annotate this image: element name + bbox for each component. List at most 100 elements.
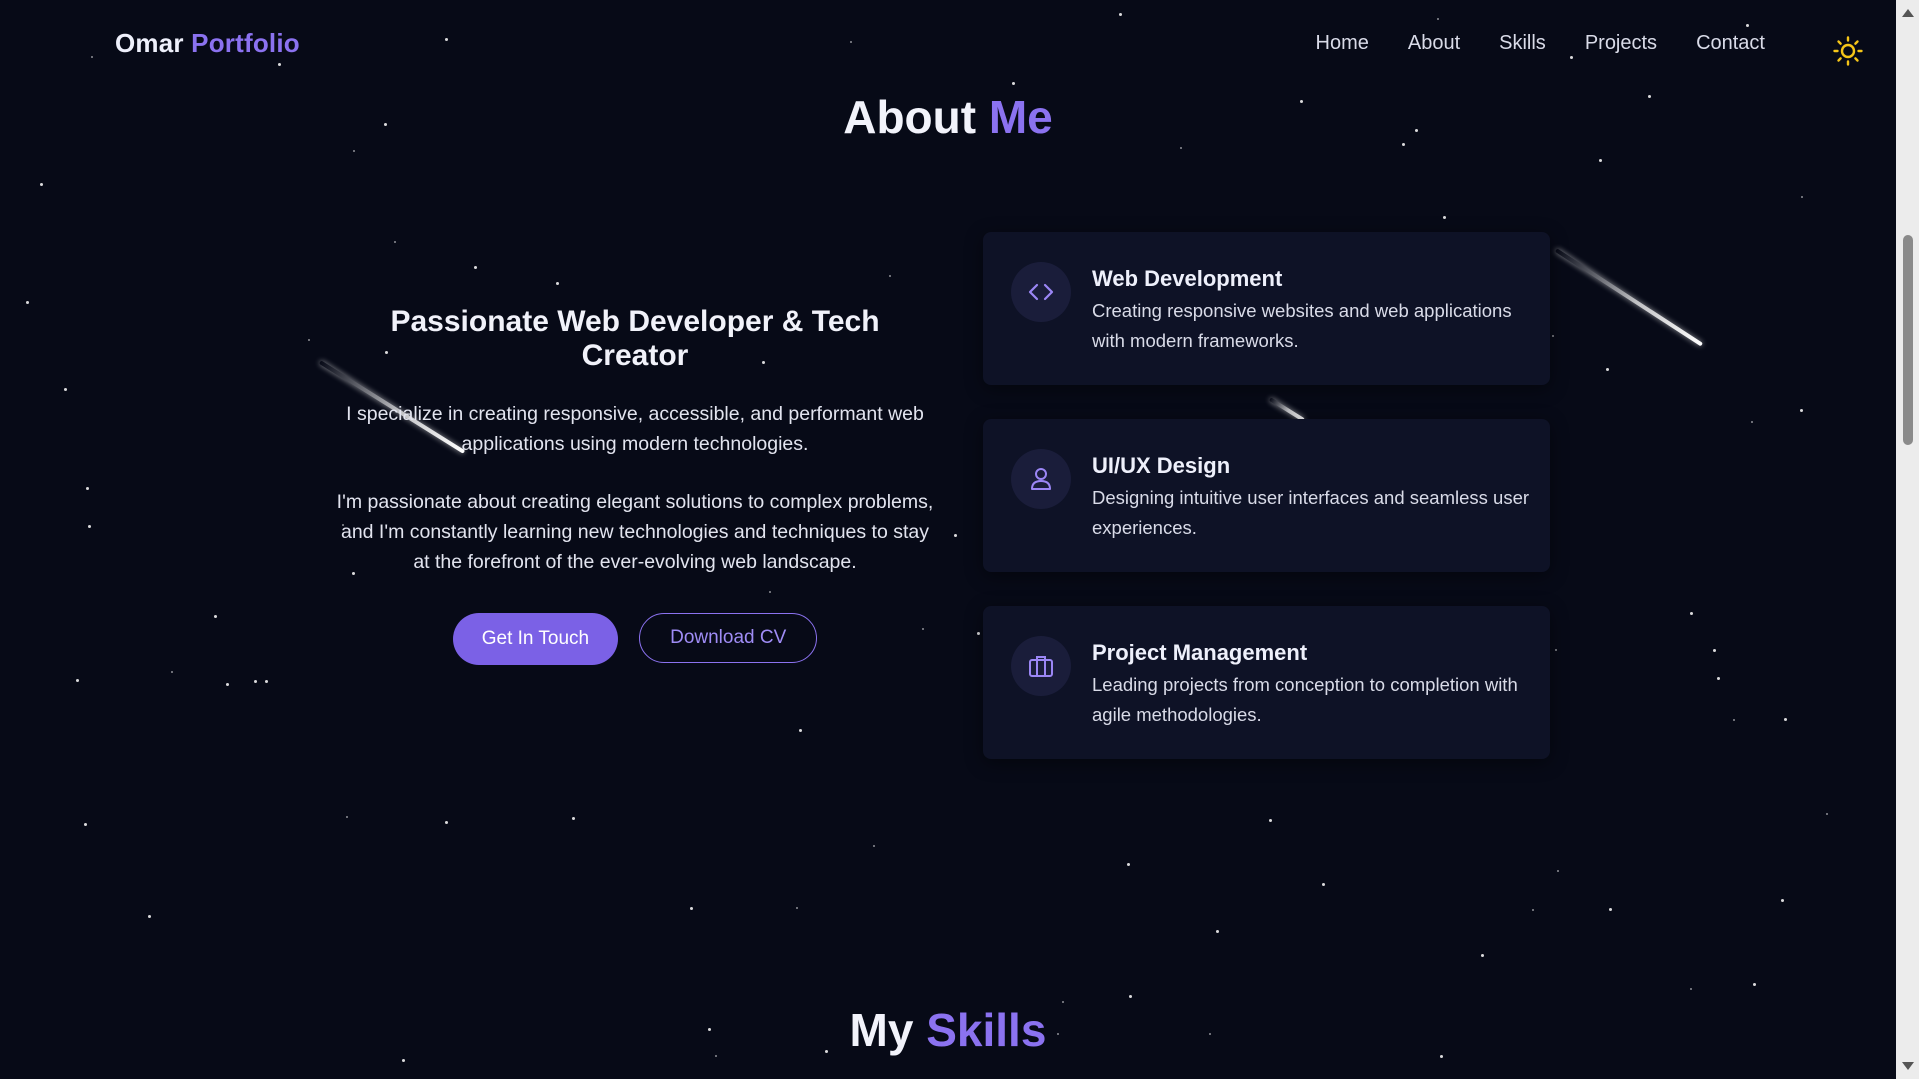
logo[interactable]: Omar Portfolio [115,28,300,59]
logo-second-word: Portfolio [191,28,300,58]
star-dot [1713,649,1716,652]
card-icon-badge [1011,262,1071,322]
star-dot [1781,899,1784,902]
shooting-star [1554,248,1704,347]
about-title-main: About [843,91,977,143]
nav-link-about[interactable]: About [1408,32,1460,55]
star-dot [402,1059,405,1062]
star-dot [1733,719,1735,721]
star-dot [474,266,477,269]
star-dot [214,615,217,618]
card-title: Project Management [1092,640,1308,665]
star-dot [1599,159,1602,162]
download-cv-button[interactable]: Download CV [639,613,818,663]
star-dot [148,915,151,918]
star-dot [1180,147,1182,149]
star-dot [254,680,257,683]
nav-link-contact[interactable]: Contact [1696,32,1765,55]
star-dot [26,301,29,304]
star-dot [1784,718,1787,721]
card-title: UI/UX Design [1092,453,1231,478]
star-dot [1532,909,1534,911]
star-dot [1800,409,1803,412]
star-dot [1481,954,1484,957]
about-title-accent: Me [988,91,1053,143]
code-icon [1028,283,1054,301]
card-icon-badge [1011,636,1071,696]
star-dot [171,671,173,673]
star-dot [226,683,229,686]
star-dot [86,487,89,490]
star-dot [873,845,875,847]
card-description: Leading projects from conception to comp… [1092,674,1518,725]
starfield-background [0,0,1919,1079]
star-dot [84,823,87,826]
star-dot [353,150,355,152]
star-dot [1753,983,1756,986]
star-dot [1751,421,1753,423]
skills-title-accent: Skills [926,1004,1047,1056]
star-dot [308,339,310,341]
star-dot [1322,883,1325,886]
star-dot [394,241,396,243]
star-dot [572,817,575,820]
star-dot [1801,196,1803,198]
star-dot [556,282,559,285]
page: Omar Portfolio Home About Skills Project… [0,0,1919,1079]
star-dot [64,388,67,391]
service-card-ui-ux-design: UI/UX Design Designing intuitive user in… [983,419,1550,572]
skills-section-title: My Skills [0,1003,1896,1057]
about-paragraph-1: I specialize in creating responsive, acc… [346,403,924,455]
star-dot [1127,863,1130,866]
star-dot [796,907,798,909]
star-dot [977,632,980,635]
star-dot [1269,819,1272,822]
get-in-touch-button[interactable]: Get In Touch [452,613,619,665]
star-dot [954,534,957,537]
star-dot [799,729,802,732]
skills-title-main: My [849,1004,914,1056]
star-dot [1606,368,1609,371]
about-heading: Passionate Web Developer & Tech Creator [390,305,880,372]
star-dot [88,525,91,528]
card-description: Creating responsive websites and web app… [1092,300,1512,351]
star-dot [346,816,348,818]
star-dot [1609,908,1612,911]
nav-link-skills[interactable]: Skills [1499,32,1546,55]
logo-first-word: Omar [115,28,184,58]
service-card-project-management: Project Management Leading projects from… [983,606,1550,759]
card-title: Web Development [1092,266,1283,291]
star-dot [1129,995,1132,998]
star-dot [1552,335,1554,337]
star-dot [265,680,268,683]
nav-links: Home About Skills Projects Contact [1277,32,1765,55]
page-scrollbar[interactable] [1896,0,1919,1079]
star-dot [1690,612,1693,615]
nav-link-home[interactable]: Home [1316,32,1369,55]
scrollbar-thumb[interactable] [1903,235,1913,445]
sun-icon [1833,36,1863,66]
star-dot [445,821,448,824]
card-description: Designing intuitive user interfaces and … [1092,487,1530,538]
star-dot [1557,870,1559,872]
star-dot [889,275,891,277]
star-dot [690,907,693,910]
service-card-web-development: Web Development Creating responsive webs… [983,232,1550,385]
about-intro: Passionate Web Developer & Tech Creator … [335,305,935,665]
briefcase-icon [1029,656,1053,677]
scroll-down-arrow-icon[interactable] [1902,1062,1914,1070]
star-dot [1826,813,1828,815]
card-icon-badge [1011,449,1071,509]
star-dot [1216,930,1219,933]
about-paragraph-2: I'm passionate about creating elegant so… [336,491,934,573]
star-dot [76,679,79,682]
star-dot [1690,988,1692,990]
about-buttons: Get In Touch Download CV [335,613,935,665]
user-icon [1031,468,1051,490]
star-dot [1443,216,1446,219]
theme-toggle-button[interactable] [1833,36,1863,66]
star-dot [1717,677,1720,680]
scroll-up-arrow-icon[interactable] [1902,9,1914,17]
nav-link-projects[interactable]: Projects [1585,32,1657,55]
star-dot [1555,649,1557,651]
